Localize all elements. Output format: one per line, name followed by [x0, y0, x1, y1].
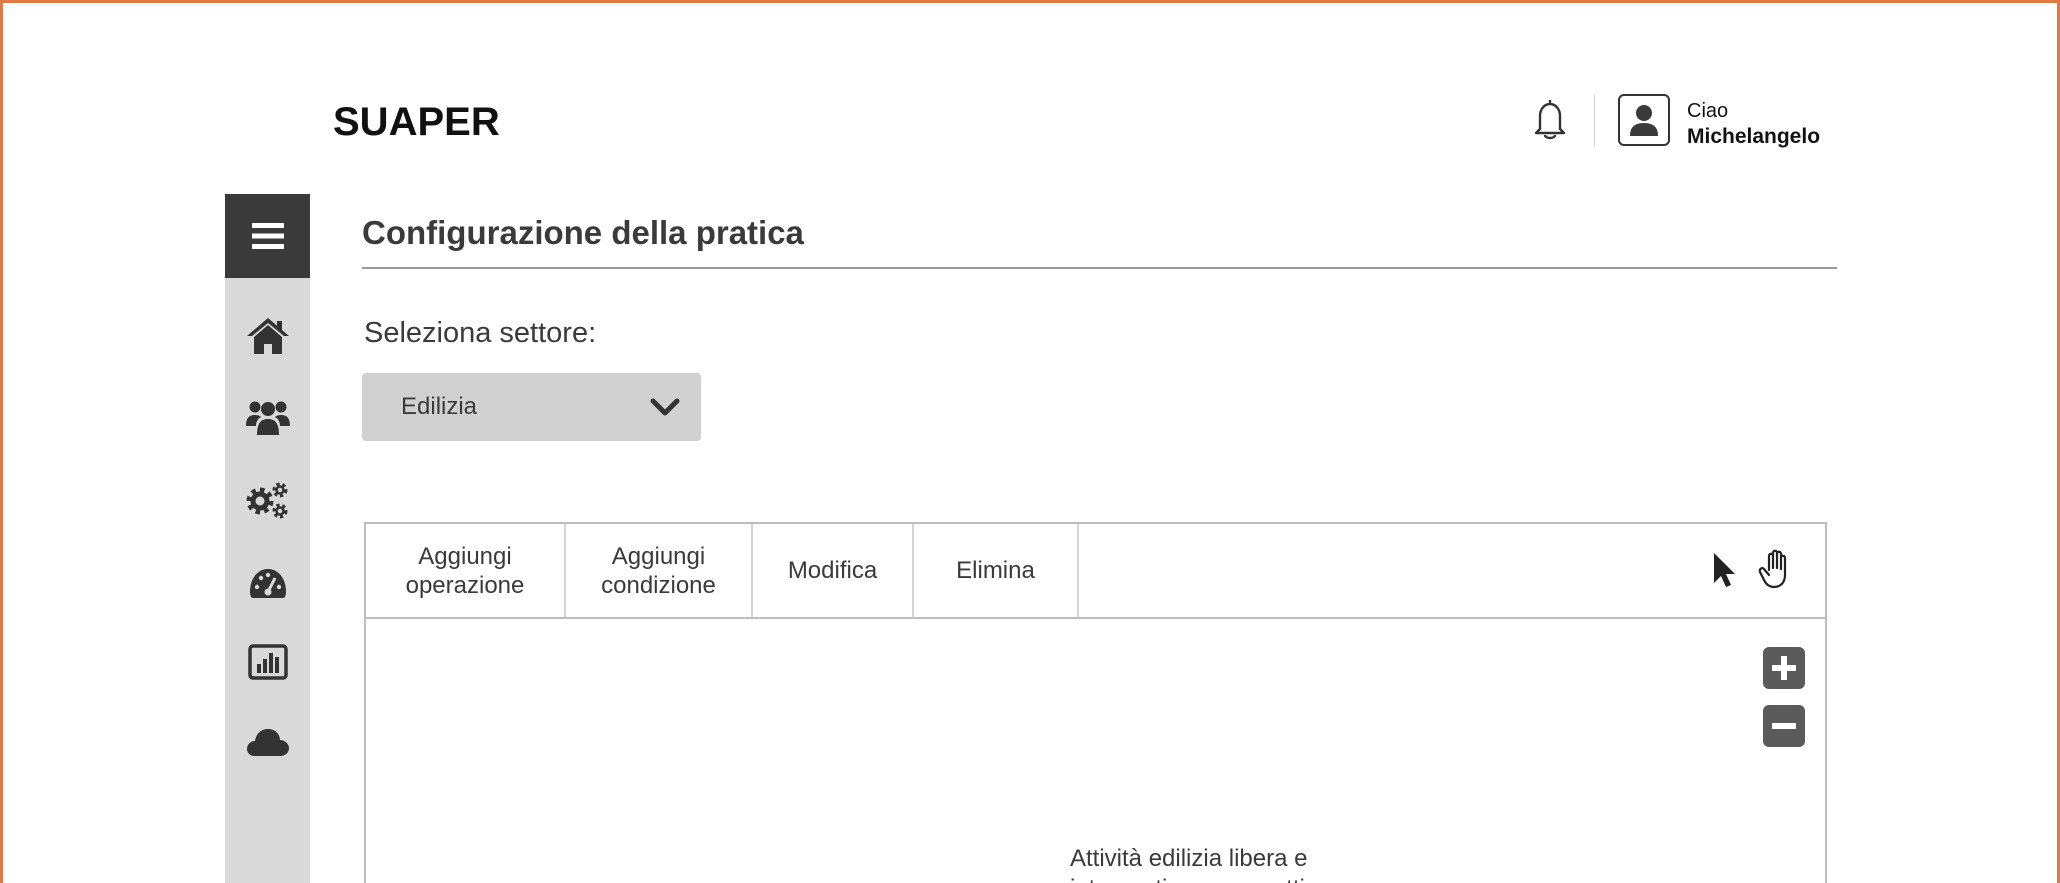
add-condition-label-line2: condizione — [601, 571, 716, 599]
editor-toolbar: Aggiungi operazione Aggiungi condizione … — [366, 524, 1825, 619]
user-greeting[interactable]: Ciao Michelangelo — [1687, 98, 1820, 150]
delete-label: Elimina — [956, 557, 1035, 584]
sector-label: Seleziona settore: — [364, 317, 597, 349]
zoom-in-button[interactable] — [1763, 647, 1805, 689]
cloud-icon — [246, 729, 289, 756]
add-condition-label-line1: Aggiungi — [611, 542, 706, 570]
zoom-out-button[interactable] — [1763, 705, 1805, 747]
add-condition-button[interactable]: Aggiungi condizione — [566, 524, 753, 617]
home-icon — [246, 318, 289, 354]
flow-node-label[interactable]: Attività edilizia libera e interventi no… — [1070, 844, 1360, 883]
flow-editor-panel: Aggiungi operazione Aggiungi condizione … — [364, 522, 1827, 883]
header-divider — [1594, 95, 1595, 147]
sidebar-item-reports[interactable] — [225, 634, 310, 690]
greeting-text: Ciao — [1687, 100, 1729, 122]
pointer-icon — [1714, 553, 1735, 587]
page-title: Configurazione della pratica — [362, 214, 804, 251]
sidebar — [225, 194, 310, 883]
chevron-down-icon — [650, 398, 680, 416]
add-operation-label-line1: Aggiungi — [418, 542, 512, 570]
delete-button[interactable]: Elimina — [914, 524, 1079, 617]
sector-select-value: Edilizia — [401, 393, 478, 420]
dashboard-gauge-icon — [249, 569, 286, 598]
sidebar-item-dashboard[interactable] — [225, 554, 310, 610]
edit-button[interactable]: Modifica — [753, 524, 914, 617]
hand-icon — [1758, 549, 1787, 589]
sidebar-item-settings[interactable] — [225, 472, 310, 528]
edit-label: Modifica — [787, 557, 878, 584]
cogs-icon — [246, 482, 287, 519]
sidebar-item-cloud[interactable] — [225, 714, 310, 770]
app-logo[interactable]: SUAPER — [333, 100, 500, 145]
hamburger-icon — [251, 223, 284, 249]
title-divider — [362, 267, 1837, 269]
user-avatar-icon[interactable] — [1618, 94, 1670, 146]
add-operation-label-line2: operazione — [405, 571, 525, 599]
sector-select[interactable]: Edilizia — [362, 373, 701, 441]
pointer-tool-button[interactable] — [1711, 550, 1737, 595]
hand-tool-button[interactable] — [1758, 548, 1796, 595]
sidebar-item-users[interactable] — [225, 390, 310, 446]
bell-icon[interactable] — [1528, 96, 1572, 142]
user-name: Michelangelo — [1687, 125, 1821, 148]
bar-chart-icon — [247, 644, 288, 680]
sidebar-item-home[interactable] — [225, 308, 310, 364]
add-operation-button[interactable]: Aggiungi operazione — [366, 524, 566, 617]
menu-toggle-button[interactable] — [225, 194, 310, 278]
users-icon — [245, 401, 290, 435]
